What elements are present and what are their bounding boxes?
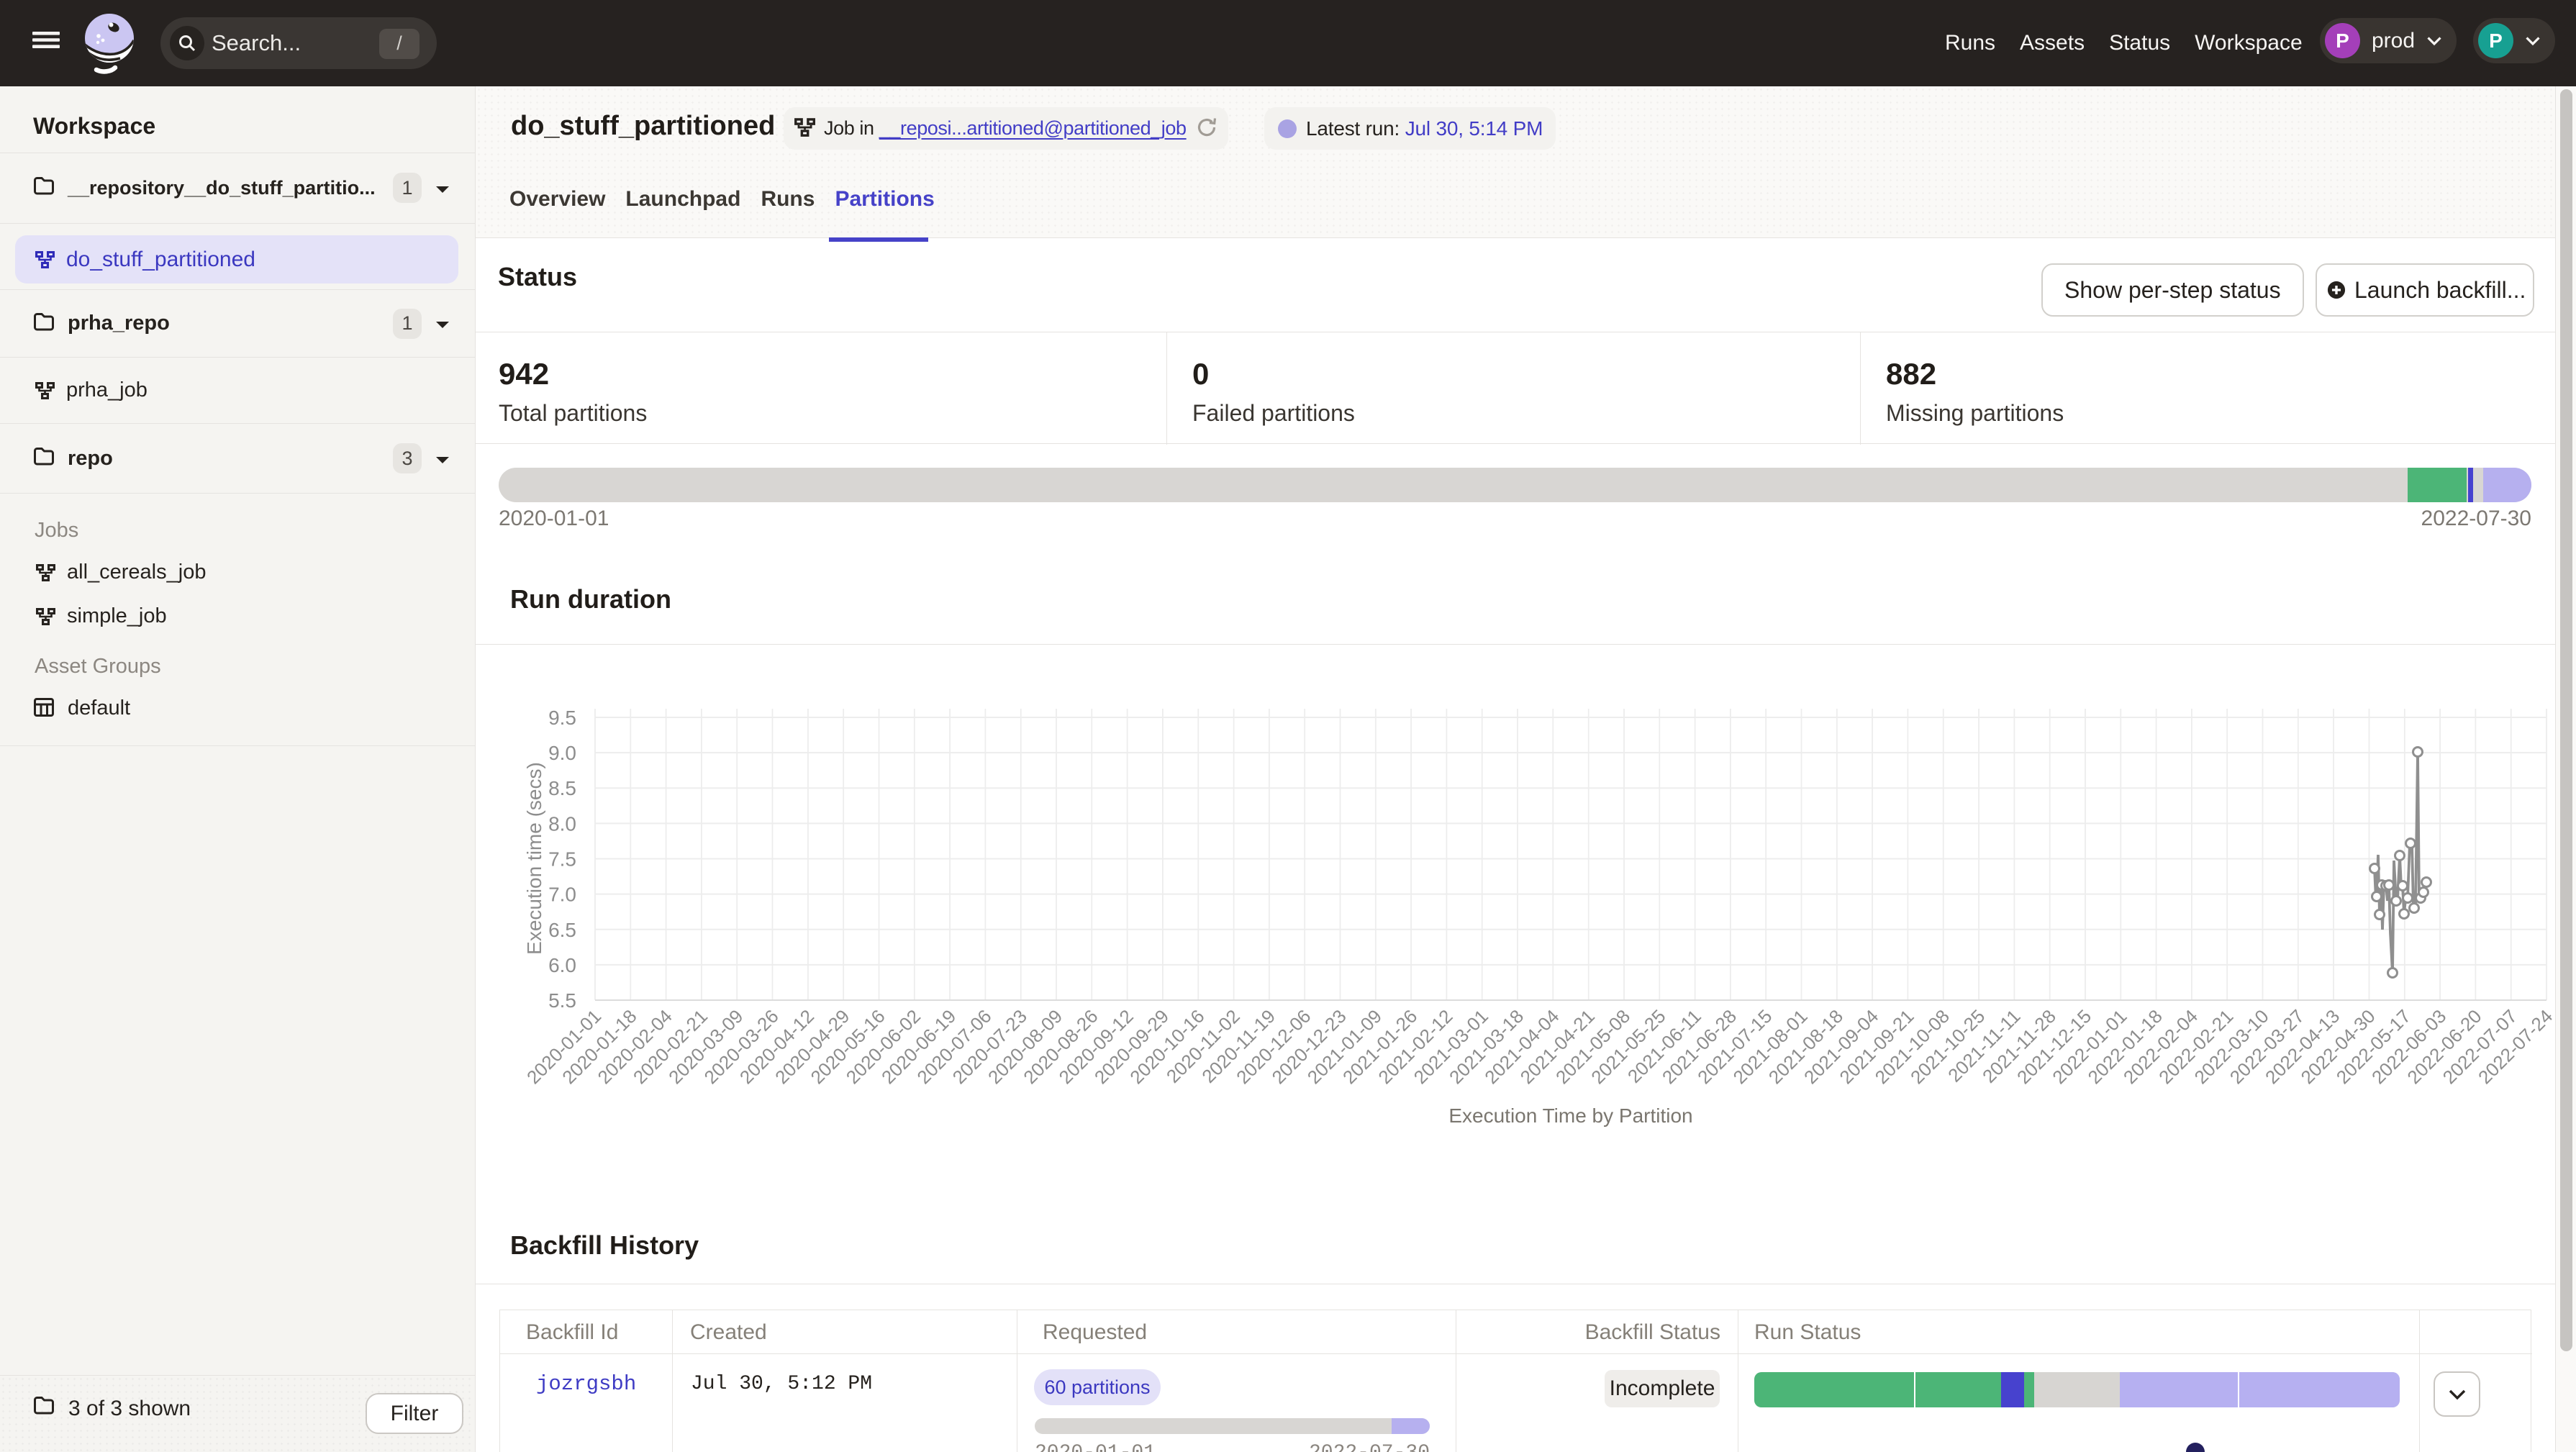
svg-text:9.0: 9.0 xyxy=(548,742,576,764)
svg-text:5.5: 5.5 xyxy=(548,989,576,1012)
svg-text:9.5: 9.5 xyxy=(548,707,576,729)
svg-text:8.5: 8.5 xyxy=(548,777,576,799)
svg-text:7.0: 7.0 xyxy=(548,884,576,906)
svg-text:7.5: 7.5 xyxy=(548,848,576,871)
svg-text:6.5: 6.5 xyxy=(548,919,576,941)
svg-text:6.0: 6.0 xyxy=(548,954,576,976)
svg-text:Execution time (secs): Execution time (secs) xyxy=(523,762,545,955)
svg-text:8.0: 8.0 xyxy=(548,812,576,835)
svg-text:Execution Time by Partition: Execution Time by Partition xyxy=(1448,1104,1692,1127)
